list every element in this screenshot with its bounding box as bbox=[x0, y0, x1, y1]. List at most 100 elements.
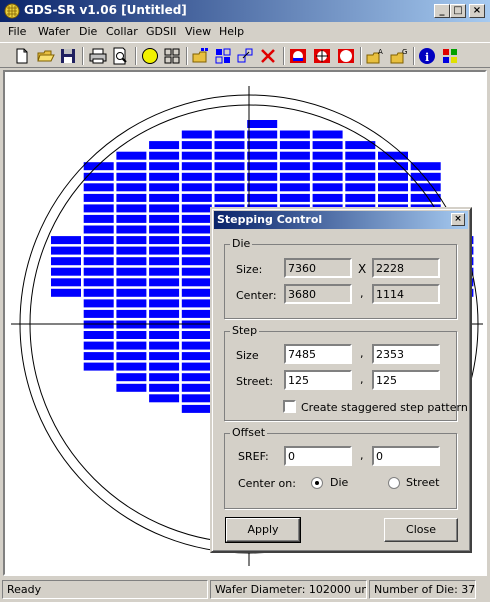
layout-grid-icon[interactable] bbox=[213, 46, 233, 66]
dialog-title-bar[interactable]: Stepping Control × bbox=[214, 211, 468, 229]
die[interactable] bbox=[345, 193, 376, 202]
die[interactable] bbox=[116, 204, 147, 213]
die[interactable] bbox=[51, 278, 81, 287]
menu-view[interactable]: View bbox=[185, 25, 211, 38]
sref-y-input[interactable]: 0 bbox=[372, 446, 440, 466]
die[interactable] bbox=[181, 404, 212, 413]
die[interactable] bbox=[149, 288, 180, 297]
export-g-icon[interactable]: G bbox=[389, 46, 409, 66]
die[interactable] bbox=[214, 141, 245, 150]
die[interactable] bbox=[279, 183, 310, 192]
die[interactable] bbox=[116, 162, 147, 171]
die[interactable] bbox=[312, 162, 343, 171]
die[interactable] bbox=[214, 151, 245, 160]
menu-help[interactable]: Help bbox=[219, 25, 244, 38]
die[interactable] bbox=[149, 236, 180, 245]
die[interactable] bbox=[181, 267, 212, 276]
die[interactable] bbox=[181, 172, 212, 181]
die[interactable] bbox=[149, 394, 180, 403]
open-folder-icon[interactable] bbox=[36, 46, 56, 66]
die[interactable] bbox=[181, 193, 212, 202]
die[interactable] bbox=[116, 309, 147, 318]
die[interactable] bbox=[181, 278, 212, 287]
die[interactable] bbox=[83, 331, 114, 339]
die[interactable] bbox=[116, 299, 147, 308]
center-on-die-radio[interactable] bbox=[311, 477, 323, 489]
die[interactable] bbox=[214, 172, 245, 181]
die[interactable] bbox=[312, 172, 343, 181]
die[interactable] bbox=[116, 151, 147, 160]
export-a-icon[interactable]: A bbox=[365, 46, 385, 66]
delete-x-icon[interactable] bbox=[258, 46, 278, 66]
die[interactable] bbox=[83, 236, 114, 245]
die[interactable] bbox=[247, 130, 278, 139]
die[interactable] bbox=[345, 151, 376, 160]
menu-collar[interactable]: Collar bbox=[106, 25, 138, 38]
die[interactable] bbox=[247, 162, 278, 171]
step-street-y-input[interactable]: 125 bbox=[372, 370, 440, 390]
die[interactable] bbox=[83, 278, 114, 287]
die[interactable] bbox=[116, 214, 147, 223]
die-center-y-field[interactable]: 1114 bbox=[372, 284, 440, 304]
die[interactable] bbox=[279, 151, 310, 160]
step-size-x-input[interactable]: 7485 bbox=[284, 344, 352, 364]
die[interactable] bbox=[116, 373, 147, 382]
menu-gdsii[interactable]: GDSII bbox=[146, 25, 176, 38]
die[interactable] bbox=[51, 236, 81, 245]
die[interactable] bbox=[181, 362, 212, 371]
die[interactable] bbox=[83, 309, 114, 318]
die[interactable] bbox=[149, 341, 180, 350]
die[interactable] bbox=[345, 172, 376, 181]
die[interactable] bbox=[279, 172, 310, 181]
die[interactable] bbox=[247, 183, 278, 192]
die[interactable] bbox=[181, 204, 212, 213]
step-size-y-input[interactable]: 2353 bbox=[372, 344, 440, 364]
die[interactable] bbox=[149, 299, 180, 308]
die[interactable] bbox=[116, 278, 147, 287]
die[interactable] bbox=[51, 288, 81, 297]
die[interactable] bbox=[312, 130, 343, 139]
close-button[interactable]: × bbox=[469, 4, 485, 18]
die[interactable] bbox=[116, 225, 147, 234]
die[interactable] bbox=[181, 246, 212, 255]
staggered-label[interactable]: Create staggered step pattern bbox=[301, 401, 468, 414]
die-size-x-field[interactable]: 7360 bbox=[284, 258, 352, 278]
die[interactable] bbox=[116, 172, 147, 181]
die-size-y-field[interactable]: 2228 bbox=[372, 258, 440, 278]
die[interactable] bbox=[247, 172, 278, 181]
die[interactable] bbox=[83, 225, 114, 234]
die[interactable] bbox=[312, 151, 343, 160]
minimize-button[interactable]: _ bbox=[434, 4, 450, 18]
die[interactable] bbox=[149, 352, 180, 361]
die[interactable] bbox=[149, 373, 180, 382]
die[interactable] bbox=[345, 183, 376, 192]
die[interactable] bbox=[181, 225, 212, 234]
die[interactable] bbox=[83, 183, 114, 192]
die[interactable] bbox=[312, 141, 343, 150]
info-icon[interactable]: i bbox=[417, 46, 437, 66]
die[interactable] bbox=[181, 183, 212, 192]
print-preview-icon[interactable] bbox=[110, 46, 130, 66]
die[interactable] bbox=[149, 204, 180, 213]
save-disk-icon[interactable] bbox=[58, 46, 78, 66]
die[interactable] bbox=[181, 288, 212, 297]
center-on-street-radio[interactable] bbox=[388, 477, 400, 489]
die[interactable] bbox=[181, 309, 212, 318]
die[interactable] bbox=[181, 394, 212, 403]
menu-file[interactable]: File bbox=[8, 25, 26, 38]
die[interactable] bbox=[116, 236, 147, 245]
die[interactable] bbox=[181, 352, 212, 361]
die[interactable] bbox=[181, 151, 212, 160]
die[interactable] bbox=[116, 288, 147, 297]
die[interactable] bbox=[214, 130, 245, 139]
die[interactable] bbox=[279, 130, 310, 139]
menu-wafer[interactable]: Wafer bbox=[38, 25, 70, 38]
die[interactable] bbox=[181, 383, 212, 392]
new-file-icon[interactable] bbox=[12, 46, 32, 66]
die[interactable] bbox=[378, 193, 408, 202]
die[interactable] bbox=[51, 257, 81, 266]
die[interactable] bbox=[83, 352, 114, 361]
menu-die[interactable]: Die bbox=[79, 25, 97, 38]
die[interactable] bbox=[214, 183, 245, 192]
die[interactable] bbox=[181, 214, 212, 223]
